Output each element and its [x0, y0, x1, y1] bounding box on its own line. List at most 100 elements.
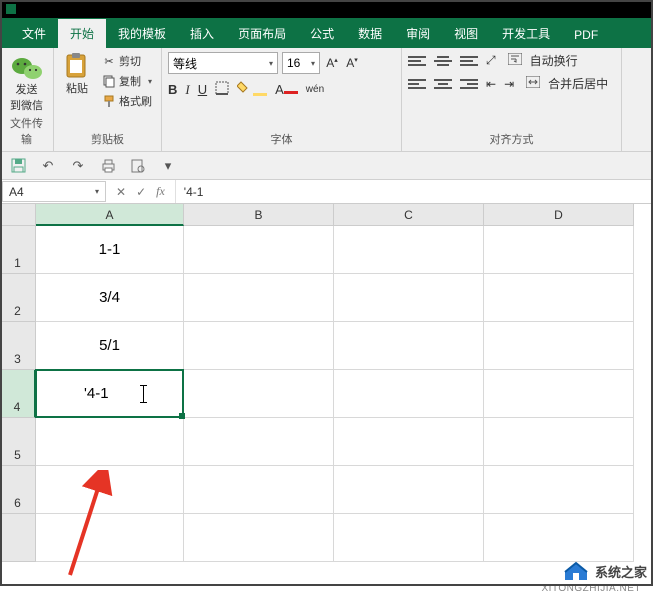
col-header-B[interactable]: B: [184, 204, 334, 226]
align-center-button[interactable]: [434, 76, 452, 92]
cell-B1[interactable]: [184, 226, 334, 274]
cell-B6[interactable]: [184, 466, 334, 514]
cell-A7[interactable]: [36, 514, 184, 562]
cell-B3[interactable]: [184, 322, 334, 370]
cancel-edit-button[interactable]: ✕: [116, 185, 126, 199]
row-header-3[interactable]: 3: [0, 322, 36, 370]
tab-view[interactable]: 视图: [442, 19, 490, 48]
bold-button[interactable]: B: [168, 82, 177, 97]
cell-A6[interactable]: [36, 466, 184, 514]
row-header-4[interactable]: 4: [0, 370, 36, 418]
row-header-5[interactable]: 5: [0, 418, 36, 466]
wrap-icon: [508, 53, 522, 65]
save-button[interactable]: [10, 158, 26, 174]
cell-C1[interactable]: [334, 226, 484, 274]
cell-A2[interactable]: 3/4: [36, 274, 184, 322]
cell-D2[interactable]: [484, 274, 634, 322]
print-button[interactable]: [100, 158, 116, 174]
insert-function-button[interactable]: fx: [156, 184, 165, 199]
align-top-button[interactable]: [408, 53, 426, 69]
format-painter-button[interactable]: 格式刷: [100, 92, 154, 110]
tab-home[interactable]: 开始: [58, 19, 106, 48]
cell-D5[interactable]: [484, 418, 634, 466]
decrease-indent-button[interactable]: ⇤: [486, 77, 496, 91]
paste-button[interactable]: 粘贴: [60, 52, 94, 96]
increase-font-button[interactable]: A▴: [324, 56, 340, 70]
scissors-icon: ✂: [102, 54, 116, 68]
row-header-2[interactable]: 2: [0, 274, 36, 322]
cell-B2[interactable]: [184, 274, 334, 322]
align-bottom-button[interactable]: [460, 53, 478, 69]
cell-A1[interactable]: 1-1: [36, 226, 184, 274]
redo-button[interactable]: ↷: [70, 158, 86, 174]
formula-input[interactable]: '4-1: [176, 180, 653, 203]
cell-C4[interactable]: [334, 370, 484, 418]
tab-file[interactable]: 文件: [10, 19, 58, 48]
cell-A5[interactable]: [36, 418, 184, 466]
underline-button[interactable]: U: [198, 82, 207, 97]
tab-review[interactable]: 审阅: [394, 19, 442, 48]
formula-bar: A4▾ ✕ ✓ fx '4-1: [0, 180, 653, 204]
grid: 1 2 3 4 5 6 1-1 3/4 5/1 '4-1: [0, 226, 653, 562]
tab-layout[interactable]: 页面布局: [226, 19, 298, 48]
phonetic-button[interactable]: wén: [306, 84, 324, 95]
watermark-url: XITONGZHIJIA.NET: [542, 583, 642, 594]
cell-D1[interactable]: [484, 226, 634, 274]
font-color-button[interactable]: A: [275, 82, 298, 97]
cell-D3[interactable]: [484, 322, 634, 370]
tab-dev[interactable]: 开发工具: [490, 19, 562, 48]
brush-icon: [102, 94, 116, 108]
print-preview-button[interactable]: [130, 158, 146, 174]
row-header-6[interactable]: 6: [0, 466, 36, 514]
cell-C3[interactable]: [334, 322, 484, 370]
watermark-logo-icon: [563, 560, 589, 582]
align-middle-button[interactable]: [434, 53, 452, 69]
cell-B5[interactable]: [184, 418, 334, 466]
align-right-button[interactable]: [460, 76, 478, 92]
qat-more-button[interactable]: ▾: [160, 158, 176, 174]
col-header-A[interactable]: A: [36, 204, 184, 226]
row-header-1[interactable]: 1: [0, 226, 36, 274]
cells-area[interactable]: 1-1 3/4 5/1 '4-1: [36, 226, 634, 562]
wechat-icon[interactable]: [11, 56, 43, 82]
cell-B7[interactable]: [184, 514, 334, 562]
fill-color-button[interactable]: [237, 80, 267, 99]
paste-label: 粘贴: [66, 80, 88, 96]
cell-A3[interactable]: 5/1: [36, 322, 184, 370]
cut-button[interactable]: ✂剪切: [100, 52, 154, 70]
tab-insert[interactable]: 插入: [178, 19, 226, 48]
align-left-button[interactable]: [408, 76, 426, 92]
select-all-corner[interactable]: [0, 204, 36, 226]
copy-button[interactable]: 复制▾: [100, 72, 154, 90]
cell-A4[interactable]: '4-1: [36, 370, 184, 418]
group-label-wechat: 文件传输: [6, 113, 47, 149]
tab-data[interactable]: 数据: [346, 19, 394, 48]
border-button[interactable]: [215, 81, 229, 98]
font-name-select[interactable]: 等线▾: [168, 52, 278, 74]
increase-indent-button[interactable]: ⇥: [504, 77, 514, 91]
undo-button[interactable]: ↶: [40, 158, 56, 174]
col-header-C[interactable]: C: [334, 204, 484, 226]
cell-C2[interactable]: [334, 274, 484, 322]
cell-C7[interactable]: [334, 514, 484, 562]
wrap-text-button[interactable]: 自动换行: [530, 52, 578, 69]
cell-C6[interactable]: [334, 466, 484, 514]
tab-template[interactable]: 我的模板: [106, 19, 178, 48]
cell-D4[interactable]: [484, 370, 634, 418]
cell-D6[interactable]: [484, 466, 634, 514]
group-wechat: 发送 到微信 文件传输: [0, 48, 54, 151]
font-size-select[interactable]: 16▾: [282, 52, 320, 74]
cell-B4[interactable]: [184, 370, 334, 418]
name-box[interactable]: A4▾: [2, 181, 106, 202]
orientation-button[interactable]: ⤢: [486, 53, 496, 68]
tab-formula[interactable]: 公式: [298, 19, 346, 48]
row-header-7[interactable]: [0, 514, 36, 562]
cell-C5[interactable]: [334, 418, 484, 466]
tab-pdf[interactable]: PDF: [562, 22, 610, 48]
cell-D7[interactable]: [484, 514, 634, 562]
col-header-D[interactable]: D: [484, 204, 634, 226]
confirm-edit-button[interactable]: ✓: [136, 185, 146, 199]
merge-center-button[interactable]: 合并后居中: [548, 75, 608, 92]
italic-button[interactable]: I: [185, 82, 189, 98]
decrease-font-button[interactable]: A▾: [344, 56, 360, 70]
